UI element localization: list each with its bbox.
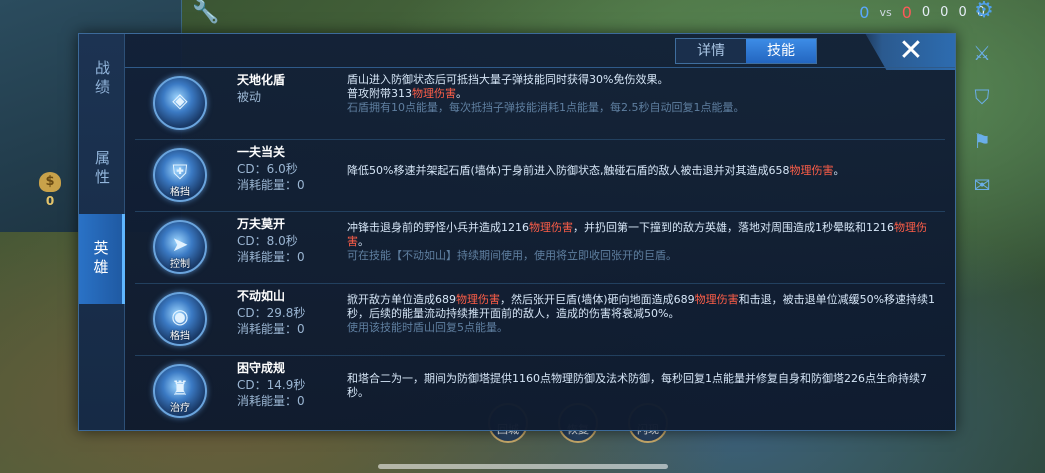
desc-text: 冲锋击退身前的野怪小兵并造成1216 <box>347 221 529 234</box>
skill-description: 和塔合二为一，期间为防御塔提供1160点物理防御及法术防御，每秒回复1点能量并修… <box>347 372 941 400</box>
skill-description: 掀开敌方单位造成689物理伤害，然后张开巨盾(墙体)砸向地面造成689物理伤害和… <box>347 293 941 335</box>
score-bar: 0 vs 0 0 0 0 0 <box>745 0 1045 24</box>
desc-text: 。 <box>833 164 845 177</box>
right-action-icons: ⚔ ⛉ ⚑ ✉ <box>969 40 999 216</box>
skill-icon-4[interactable]: ♜ 治疗 <box>153 364 207 418</box>
skill-note: 可在技能【不动如山】持续期间使用，使用将立即收回张开的巨盾。 <box>347 249 677 262</box>
close-icon[interactable]: ✕ <box>895 35 927 67</box>
skill-meta: 不动如山 CD：29.8秒 消耗能量：0 <box>237 288 347 337</box>
skill-note: 石盾拥有10点能量，每次抵挡子弹技能消耗1点能量，每2.5秒自动回复1点能量。 <box>347 101 745 114</box>
vs-label: vs <box>879 5 892 19</box>
tab-bar: 详情 技能 <box>675 38 817 64</box>
skill-row-1: ⛨ 格挡 一夫当关 CD：6.0秒 消耗能量：0 降低50%移速并架起石盾(墙体… <box>125 140 955 212</box>
skill-icon-2[interactable]: ➤ 控制 <box>153 220 207 274</box>
skill-description: 降低50%移速并架起石盾(墙体)于身前进入防御状态,触碰石盾的敌人被击退并对其造… <box>347 164 941 178</box>
skill-row-passive: ◈ 天地化盾 被动 盾山进入防御状态后可抵挡大量子弹技能同时获得30%免伤效果。… <box>125 68 955 140</box>
skill-icon-1[interactable]: ⛨ 格挡 <box>153 148 207 202</box>
flag-icon[interactable]: ⚑ <box>969 128 995 154</box>
skill-cooldown: CD：6.0秒 <box>237 162 298 176</box>
skill-meta: 万夫莫开 CD：8.0秒 消耗能量：0 <box>237 216 347 265</box>
gold-amount: 0 <box>45 194 55 208</box>
damage-text: 物理伤害 <box>412 87 456 100</box>
shield-icon: ⛨ <box>172 160 188 184</box>
skill-note: 使用该技能时盾山回复5点能量。 <box>347 321 508 334</box>
skill-cost: 消耗能量：0 <box>237 250 305 264</box>
desc-text: 。 <box>456 87 467 100</box>
skill-cost <box>237 105 347 121</box>
red-score: 0 <box>901 2 912 22</box>
desc-text: 和塔合二为一，期间为防御塔提供1160点物理防御及法术防御，每秒回复1点能量并修… <box>347 372 927 399</box>
money-bag-icon: $ <box>39 172 61 192</box>
tab-details[interactable]: 详情 <box>676 39 746 63</box>
desc-text: ，然后张开巨盾(墙体)砸向地面造成689 <box>500 293 695 306</box>
skill-description: 盾山进入防御状态后可抵挡大量子弹技能同时获得30%免伤效果。 普攻附带313物理… <box>347 73 941 115</box>
skill-list: ◈ 天地化盾 被动 盾山进入防御状态后可抵挡大量子弹技能同时获得30%免伤效果。… <box>125 68 955 430</box>
kill-stat: 0 <box>921 4 931 20</box>
skill-meta: 一夫当关 CD：6.0秒 消耗能量：0 <box>237 144 347 193</box>
side-nav: 战绩 属性 英雄 <box>79 34 125 430</box>
skill-icon-passive[interactable]: ◈ <box>153 76 207 130</box>
tower-icon: ♜ <box>171 376 189 400</box>
skill-name: 困守成规 <box>237 361 286 375</box>
tower-stat: 0 <box>958 4 967 20</box>
skill-row-4: ♜ 治疗 困守成规 CD：14.9秒 消耗能量：0 和塔合二为一，期间为防御塔提… <box>125 356 955 428</box>
nav-tab-attributes[interactable]: 属性 <box>79 124 125 214</box>
skill-row-2: ➤ 控制 万夫莫开 CD：8.0秒 消耗能量：0 冲锋击退身前的野怪小兵并造成1… <box>125 212 955 284</box>
skill-cooldown: CD：14.9秒 <box>237 378 306 392</box>
skill-cost: 消耗能量：0 <box>237 178 305 192</box>
skill-cost: 消耗能量：0 <box>237 322 305 336</box>
skill-cooldown: CD：8.0秒 <box>237 234 298 248</box>
skill-cooldown: CD：29.8秒 <box>237 306 306 320</box>
skill-icon-3[interactable]: ◉ 格挡 <box>153 292 207 346</box>
skill-description: 冲锋击退身前的野怪小兵并造成1216物理伤害，并扔回第一下撞到的敌方英雄，落地对… <box>347 221 941 263</box>
skill-name: 万夫莫开 <box>237 217 286 231</box>
damage-text: 物理伤害 <box>789 164 834 177</box>
nav-tab-hero[interactable]: 英雄 <box>79 214 125 304</box>
desc-text: 盾山进入防御状态后可抵挡大量子弹技能同时获得30%免伤效果。 <box>347 73 669 86</box>
desc-text: 掀开敌方单位造成689 <box>347 293 456 306</box>
shield-icon: ◈ <box>172 88 188 112</box>
desc-text: 普攻附带313 <box>347 87 412 100</box>
skill-type: 被动 <box>237 90 262 104</box>
tab-skills[interactable]: 技能 <box>746 39 816 63</box>
ground-slam-icon: ◉ <box>171 304 189 328</box>
skill-tag: 格挡 <box>170 331 190 342</box>
sword-icon[interactable]: ⚔ <box>969 40 995 66</box>
skill-meta: 天地化盾 被动 <box>237 72 347 121</box>
desc-text: ，并扔回第一下撞到的敌方英雄，落地对周围造成1秒晕眩和1216 <box>573 221 894 234</box>
skill-tag: 治疗 <box>170 403 190 414</box>
damage-text: 物理伤害 <box>529 221 573 234</box>
gear-icon[interactable]: ⚙ <box>971 0 997 22</box>
chat-icon[interactable]: ✉ <box>969 172 995 198</box>
nav-tab-record[interactable]: 战绩 <box>79 34 125 124</box>
skill-name: 不动如山 <box>237 289 286 303</box>
desc-text: 降低50%移速并架起石盾(墙体)于身前进入防御状态,触碰石盾的敌人被击退并对其造… <box>347 164 790 177</box>
hero-info-panel: 战绩 属性 英雄 详情 技能 ✕ ◈ 天地化盾 被动 盾山进入防御状态后可抵挡大… <box>78 33 956 431</box>
home-indicator[interactable] <box>378 464 668 469</box>
skill-row-3: ◉ 格挡 不动如山 CD：29.8秒 消耗能量：0 掀开敌方单位造成689物理伤… <box>125 284 955 356</box>
skill-cost: 消耗能量：0 <box>237 394 305 408</box>
skill-name: 天地化盾 <box>237 73 286 87</box>
desc-text: 。 <box>358 235 369 248</box>
blue-score: 0 <box>859 2 870 22</box>
skill-tag: 控制 <box>170 259 190 270</box>
charge-icon: ➤ <box>171 232 189 256</box>
skill-tag: 格挡 <box>170 187 190 198</box>
damage-text: 物理伤害 <box>694 293 739 306</box>
death-stat: 0 <box>940 4 949 20</box>
skill-name: 一夫当关 <box>237 145 286 159</box>
damage-text: 物理伤害 <box>456 293 500 306</box>
wrench-icon[interactable]: 🔧 <box>192 0 219 25</box>
gold-display: $ 0 <box>38 172 62 208</box>
shield-icon[interactable]: ⛉ <box>969 84 995 110</box>
skill-meta: 困守成规 CD：14.9秒 消耗能量：0 <box>237 360 347 409</box>
